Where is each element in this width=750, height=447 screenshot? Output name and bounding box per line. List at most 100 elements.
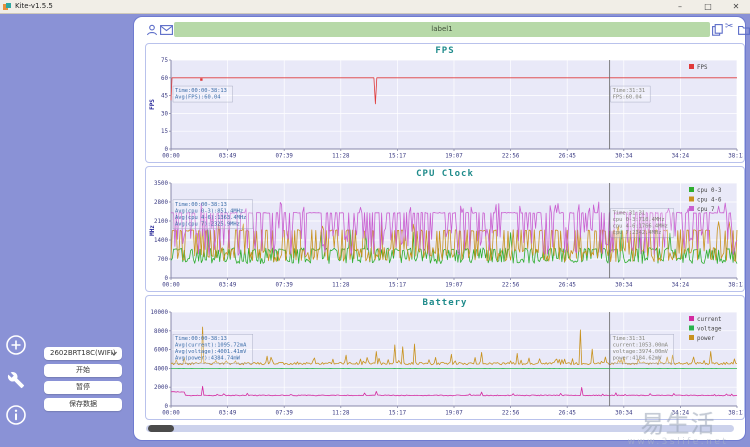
svg-text:45: 45 <box>161 94 168 100</box>
svg-text:2100: 2100 <box>154 219 168 225</box>
svg-text:700: 700 <box>158 257 169 263</box>
svg-text:34:24: 34:24 <box>672 283 690 289</box>
svg-text:00:00: 00:00 <box>162 154 180 160</box>
svg-text:11:28: 11:28 <box>332 283 350 289</box>
svg-text:cpu 0-3: cpu 0-3 <box>697 188 722 194</box>
app-icon <box>3 2 11 10</box>
svg-text:75: 75 <box>161 58 168 64</box>
battery-chart-panel: Battery 0 2000 4000 6000 8000 10000 00:00 03:49… <box>145 295 745 420</box>
svg-text:03:49: 03:49 <box>219 154 237 160</box>
wrench-icon <box>7 372 25 389</box>
cpu-chart-panel: CPU Clock 0 700 1400 2100 2800 3500 00:00 03:49… <box>145 166 745 292</box>
svg-text:26:45: 26:45 <box>558 411 576 417</box>
svg-text:8000: 8000 <box>154 329 168 335</box>
svg-text:2000: 2000 <box>154 385 168 391</box>
main-card: label1 ✂ FPS 0 15 30 45 60 75 00:00 03:49 07:39 1… <box>133 16 750 441</box>
pause-button[interactable]: 暂停 <box>44 381 122 394</box>
svg-text:07:39: 07:39 <box>275 154 293 160</box>
device-select-value: 2602BRT18C(WIFI) <box>50 349 116 357</box>
svg-text:22:56: 22:56 <box>502 283 520 289</box>
svg-text:Time:31:31: Time:31:31 <box>613 88 645 94</box>
svg-text:Time:31:31: Time:31:31 <box>613 336 645 342</box>
svg-text:10000: 10000 <box>151 310 169 316</box>
fps-chart-title: FPS <box>435 46 455 56</box>
svg-text:4000: 4000 <box>154 366 168 372</box>
cpu-chart-canvas[interactable]: 0 700 1400 2100 2800 3500 00:00 03:49 07:39 11:28… <box>147 180 743 289</box>
svg-text:Avg(cpu 7):2325.9MHz: Avg(cpu 7):2325.9MHz <box>175 221 240 227</box>
svg-text:Avg(power):4384.74mW: Avg(power):4384.74mW <box>175 356 241 362</box>
svg-text:power:4184.62mW: power:4184.62mW <box>613 356 662 362</box>
copy-icon[interactable] <box>712 24 723 36</box>
svg-text:Time:31:31: Time:31:31 <box>613 210 645 216</box>
svg-text:00:00: 00:00 <box>162 411 180 417</box>
svg-text:FPS: FPS <box>149 99 156 110</box>
svg-text:03:49: 03:49 <box>219 411 237 417</box>
svg-text:38:13: 38:13 <box>728 283 743 289</box>
svg-text:MHz: MHz <box>149 225 156 236</box>
folder-icon[interactable] <box>738 24 750 35</box>
svg-text:26:45: 26:45 <box>558 283 576 289</box>
maximize-button[interactable]: □ <box>694 0 722 13</box>
svg-text:30:34: 30:34 <box>615 283 633 289</box>
svg-text:cpu 7:2342.4MHz: cpu 7:2342.4MHz <box>613 230 662 236</box>
svg-text:34:24: 34:24 <box>672 154 690 160</box>
save-data-button[interactable]: 保存数据 <box>44 398 122 411</box>
svg-text:current: current <box>697 317 721 323</box>
minimize-button[interactable]: – <box>666 0 694 13</box>
svg-text:15: 15 <box>161 129 168 135</box>
close-button[interactable]: ✕ <box>722 0 750 13</box>
svg-text:03:49: 03:49 <box>219 283 237 289</box>
start-button[interactable]: 开始 <box>44 364 122 377</box>
svg-text:Avg(voltage):4001.41mV: Avg(voltage):4001.41mV <box>175 349 247 355</box>
svg-text:1400: 1400 <box>154 238 168 244</box>
device-select[interactable]: 2602BRT18C(WIFI) <box>44 347 122 360</box>
svg-text:2800: 2800 <box>154 200 168 206</box>
svg-text:15:17: 15:17 <box>389 411 407 417</box>
svg-text:11:28: 11:28 <box>332 411 350 417</box>
titlebar: Kite-v1.5.5 – □ ✕ <box>0 0 750 14</box>
svg-text:0: 0 <box>165 404 169 410</box>
app-window: Kite-v1.5.5 – □ ✕ 2602BRT18C(WIFI) 开始 暂停… <box>0 0 750 447</box>
svg-text:Time:00:00-38:13: Time:00:00-38:13 <box>175 202 227 208</box>
svg-text:cpu 4-6: cpu 4-6 <box>697 197 722 203</box>
settings-button[interactable] <box>5 369 27 391</box>
battery-chart-canvas[interactable]: 0 2000 4000 6000 8000 10000 00:00 03:49 07:39 11:… <box>147 309 743 417</box>
svg-text:3500: 3500 <box>154 181 168 187</box>
svg-text:15:17: 15:17 <box>389 283 407 289</box>
svg-text:cpu 7: cpu 7 <box>697 207 715 213</box>
info-button[interactable] <box>5 404 27 426</box>
svg-text:0: 0 <box>165 147 169 153</box>
svg-text:Avg(current):1095.72mA: Avg(current):1095.72mA <box>175 343 247 349</box>
mail-icon[interactable] <box>160 25 173 35</box>
svg-text:Avg(cpu 0-3):851.4MHz: Avg(cpu 0-3):851.4MHz <box>175 208 243 214</box>
fps-chart-canvas[interactable]: 0 15 30 45 60 75 00:00 03:49 07:39 11:28 15:17 19:0… <box>147 57 743 160</box>
svg-text:26:45: 26:45 <box>558 154 576 160</box>
session-label-bar[interactable]: label1 <box>174 22 710 37</box>
battery-chart-title: Battery <box>422 298 468 308</box>
svg-text:30: 30 <box>161 111 168 117</box>
scissors-icon[interactable]: ✂ <box>725 21 733 32</box>
scrollbar-thumb[interactable] <box>148 425 174 432</box>
svg-text:38:13: 38:13 <box>728 411 743 417</box>
svg-text:voltage:3974.00mV: voltage:3974.00mV <box>613 349 669 355</box>
fps-chart-panel: FPS 0 15 30 45 60 75 00:00 03:49 07:39 11:28 15:17… <box>145 43 745 163</box>
svg-text:07:39: 07:39 <box>275 283 293 289</box>
svg-text:60: 60 <box>161 76 168 82</box>
user-icon[interactable] <box>146 24 158 36</box>
svg-text:FPS: FPS <box>697 65 708 71</box>
svg-text:Time:00:00-38:13: Time:00:00-38:13 <box>175 336 227 342</box>
svg-text:19:07: 19:07 <box>445 283 463 289</box>
cpu-chart-title: CPU Clock <box>416 169 474 179</box>
svg-text:power: power <box>697 336 715 342</box>
add-button[interactable] <box>5 334 27 356</box>
svg-text:11:28: 11:28 <box>332 154 350 160</box>
svg-text:22:56: 22:56 <box>502 154 520 160</box>
svg-text:30:34: 30:34 <box>615 154 633 160</box>
svg-text:6000: 6000 <box>154 348 168 354</box>
window-title: Kite-v1.5.5 <box>15 2 53 10</box>
svg-text:30:34: 30:34 <box>615 411 633 417</box>
svg-text:FPS:60.04: FPS:60.04 <box>613 95 642 101</box>
svg-text:15:17: 15:17 <box>389 154 407 160</box>
svg-text:22:56: 22:56 <box>502 411 520 417</box>
horizontal-scrollbar[interactable] <box>146 425 734 432</box>
